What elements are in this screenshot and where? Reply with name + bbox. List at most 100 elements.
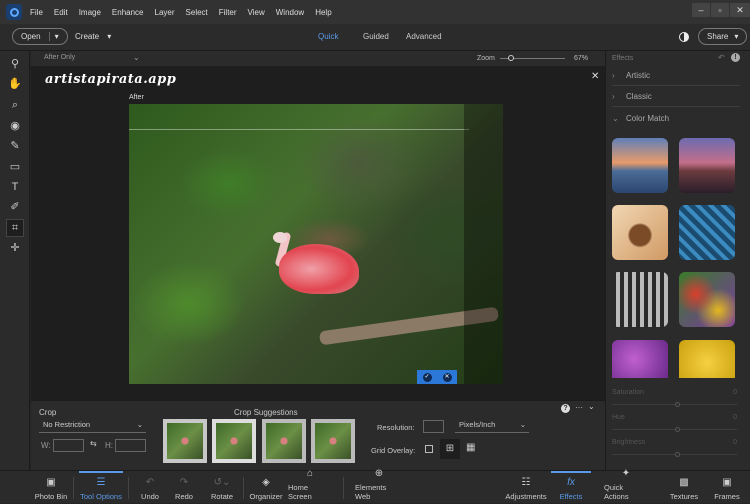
open-dropdown-icon[interactable]: ▾	[48, 32, 59, 41]
adjustments-button[interactable]: ☷ Adjustments	[505, 471, 547, 504]
spot-healing-brush-icon[interactable]: ✐	[7, 199, 23, 215]
width-label: W:	[41, 441, 51, 450]
quick-selection-tool-icon[interactable]: ⌕	[7, 97, 23, 113]
quick-actions-button[interactable]: ✦ Quick Actions	[604, 468, 648, 504]
minimize-button[interactable]: –	[692, 3, 710, 17]
saturation-slider[interactable]	[612, 402, 737, 407]
redo-button[interactable]: ↷ Redo	[171, 471, 197, 504]
help-icon[interactable]: ?	[561, 404, 570, 413]
divider	[73, 477, 74, 499]
slider-knob[interactable]	[675, 427, 680, 432]
crop-suggestion-3[interactable]	[262, 419, 306, 463]
section-artistic[interactable]: › Artistic	[612, 66, 740, 86]
menu-layer[interactable]: Layer	[155, 8, 175, 17]
collapse-panel-icon[interactable]: ⌄	[588, 402, 595, 411]
grid-fine-icon[interactable]: ▦	[466, 442, 475, 453]
menu-select[interactable]: Select	[186, 8, 208, 17]
color-match-thumb-purple[interactable]	[612, 340, 668, 378]
hue-slider[interactable]	[612, 427, 737, 432]
zoom-tool-icon[interactable]: ⚲	[7, 56, 23, 72]
reset-icon[interactable]: ↶	[718, 53, 725, 62]
zoom-slider-knob[interactable]	[508, 55, 515, 61]
open-button[interactable]: Open ▾	[12, 28, 68, 45]
swap-dimensions-icon[interactable]: ⇆	[90, 439, 97, 448]
grid-none-icon[interactable]	[425, 445, 433, 453]
menu-image[interactable]: Image	[79, 8, 101, 17]
color-match-thumb-sunset[interactable]	[612, 138, 668, 193]
hand-tool-icon[interactable]: ✋	[7, 76, 23, 92]
color-match-thumb-flowers[interactable]	[679, 272, 735, 327]
resolution-label: Resolution:	[377, 423, 415, 432]
color-match-thumb-silhouette[interactable]	[612, 205, 668, 260]
brightness-slider[interactable]	[612, 452, 737, 457]
maximize-button[interactable]: ▫	[711, 3, 729, 17]
home-screen-button[interactable]: ⌂ Home Screen	[288, 468, 332, 504]
menu-help[interactable]: Help	[315, 8, 331, 17]
organizer-icon: ◈	[262, 477, 270, 488]
close-view-icon[interactable]: ✕	[591, 71, 599, 82]
width-input[interactable]	[53, 439, 84, 452]
slider-knob[interactable]	[675, 452, 680, 457]
menu-view[interactable]: View	[248, 8, 265, 17]
frames-button[interactable]: ▣ Frames	[712, 471, 742, 504]
crop-boundary[interactable]	[129, 129, 469, 130]
height-input[interactable]	[115, 439, 146, 452]
create-button[interactable]: Create ▾	[75, 32, 111, 41]
zoom-label: Zoom	[477, 55, 495, 62]
chevron-down-icon: ⌄	[612, 113, 619, 123]
section-classic[interactable]: › Classic	[612, 87, 740, 107]
button-label: Quick Actions	[604, 483, 629, 501]
tab-quick[interactable]: Quick	[318, 32, 338, 41]
tab-advanced[interactable]: Advanced	[406, 32, 442, 41]
tool-options-button[interactable]: ☰ Tool Options	[79, 471, 123, 504]
move-tool-icon[interactable]: ✛	[7, 240, 23, 256]
menu-filter[interactable]: Filter	[219, 8, 237, 17]
photo-spoonbill[interactable]	[129, 104, 503, 384]
effects-button[interactable]: fx Effects	[551, 471, 591, 504]
slider-knob[interactable]	[675, 402, 680, 407]
view-bar: After Only ⌄ Zoom 67%	[31, 51, 605, 66]
color-match-thumb-arches[interactable]	[612, 272, 668, 327]
section-label: Artistic	[626, 71, 650, 80]
textures-button[interactable]: ▩ Textures	[667, 471, 701, 504]
red-eye-tool-icon[interactable]: ◉	[7, 118, 23, 134]
chevron-down-icon[interactable]: ⌄	[133, 53, 140, 62]
close-window-button[interactable]: ✕	[730, 3, 750, 17]
organizer-button[interactable]: ◈ Organizer	[249, 471, 283, 504]
straighten-tool-icon[interactable]: ▭	[7, 159, 23, 175]
menu-file[interactable]: File	[30, 8, 43, 17]
share-button[interactable]: Share ▾	[698, 28, 748, 45]
zoom-slider[interactable]	[500, 55, 565, 61]
crop-suggestion-4[interactable]	[311, 419, 355, 463]
resolution-input[interactable]	[423, 420, 444, 433]
fx-icon: fx	[567, 477, 575, 488]
theme-toggle-icon[interactable]	[679, 32, 689, 42]
info-icon[interactable]: !	[731, 53, 740, 62]
resolution-unit-select[interactable]: Pixels/Inch ⌄	[455, 420, 529, 433]
elements-web-button[interactable]: ⊕ Elements Web	[355, 468, 403, 504]
color-match-thumb-road[interactable]	[679, 138, 735, 193]
menu-edit[interactable]: Edit	[54, 8, 68, 17]
undo-button[interactable]: ↶ Undo	[137, 471, 163, 504]
cancel-crop-icon[interactable]: ✕	[442, 372, 452, 382]
photo-bird-head	[273, 232, 287, 243]
crop-suggestion-1[interactable]	[163, 419, 207, 463]
photo-bin-button[interactable]: ▣ Photo Bin	[30, 471, 72, 504]
crop-preset-select[interactable]: No Restriction ⌄	[39, 420, 146, 433]
crop-tool-icon[interactable]: ⌗	[6, 219, 24, 237]
button-label: Frames	[714, 492, 740, 501]
menu-enhance[interactable]: Enhance	[112, 8, 144, 17]
section-color-match[interactable]: ⌄ Color Match	[612, 108, 740, 128]
tab-guided[interactable]: Guided	[363, 32, 389, 41]
grid-rule-of-thirds-icon[interactable]: ⊞	[440, 439, 460, 459]
view-select[interactable]: After Only	[44, 54, 75, 61]
rotate-button[interactable]: ↺⌄ Rotate	[207, 471, 237, 504]
commit-crop-icon[interactable]: ✓	[422, 372, 432, 382]
menu-window[interactable]: Window	[276, 8, 304, 17]
color-match-thumb-yellow[interactable]	[679, 340, 735, 378]
more-options-icon[interactable]: ···	[575, 403, 583, 412]
whiten-teeth-brush-icon[interactable]: ✎	[7, 138, 23, 154]
color-match-thumb-leaves[interactable]	[679, 205, 735, 260]
text-tool-icon[interactable]: T	[7, 179, 23, 195]
crop-suggestion-2[interactable]	[212, 419, 256, 463]
